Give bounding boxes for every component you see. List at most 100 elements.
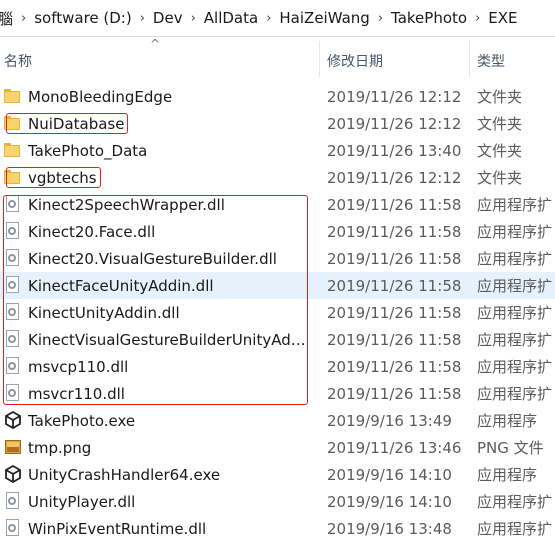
column-divider[interactable]	[319, 41, 320, 77]
file-row[interactable]: TakePhoto.exe 2019/9/16 13:49 应用程序	[0, 407, 555, 434]
file-row[interactable]: Kinect2SpeechWrapper.dll 2019/11/26 11:58…	[0, 191, 555, 218]
unity-icon	[4, 465, 22, 483]
file-row[interactable]: NuiDatabase 2019/11/26 12:12 文件夹	[0, 110, 555, 137]
file-type: 应用程序扩	[477, 520, 553, 538]
breadcrumb-item-exe[interactable]: EXE	[484, 9, 521, 27]
file-type: 文件夹	[477, 169, 523, 187]
column-divider[interactable]	[469, 41, 470, 77]
file-date: 2019/11/26 11:58	[327, 357, 462, 376]
file-type: 应用程序扩	[477, 304, 553, 322]
png-icon	[4, 438, 22, 456]
file-date: 2019/11/26 13:46	[327, 438, 462, 457]
folder-icon	[4, 141, 22, 159]
file-date: 2019/11/26 12:12	[327, 87, 462, 106]
dll-icon	[4, 303, 22, 321]
file-type: 文件夹	[477, 115, 523, 133]
file-date: 2019/11/26 13:40	[327, 141, 462, 160]
file-name: Kinect20.Face.dll	[28, 222, 156, 241]
file-name: msvcp110.dll	[28, 357, 129, 376]
dll-icon	[4, 492, 22, 510]
file-row[interactable]: Kinect20.Face.dll 2019/11/26 11:58 应用程序扩	[0, 218, 555, 245]
breadcrumb-chevron-icon[interactable]: ›	[17, 11, 30, 26]
file-date: 2019/11/26 11:58	[327, 195, 462, 214]
file-type: 应用程序扩	[477, 331, 553, 349]
file-row[interactable]: UnityPlayer.dll 2019/9/16 14:10 应用程序扩	[0, 488, 555, 515]
file-type: 应用程序扩	[477, 277, 553, 295]
dll-icon	[4, 330, 22, 348]
file-date: 2019/11/26 11:58	[327, 384, 462, 403]
file-row[interactable]: TakePhoto_Data 2019/11/26 13:40 文件夹	[0, 137, 555, 164]
file-date: 2019/9/16 14:10	[327, 492, 452, 511]
file-name: WinPixEventRuntime.dll	[28, 519, 207, 538]
file-type: 应用程序	[477, 412, 538, 430]
file-date: 2019/11/26 12:12	[327, 114, 462, 133]
breadcrumb-chevron-icon[interactable]: ›	[136, 11, 149, 26]
dll-icon	[4, 195, 22, 213]
breadcrumb-chevron-icon[interactable]: ›	[374, 11, 387, 26]
dll-icon	[4, 249, 22, 267]
file-date: 2019/11/26 11:58	[327, 276, 462, 295]
breadcrumb-item-haizeiwang[interactable]: HaiZeiWang	[275, 9, 373, 27]
file-type: 文件夹	[477, 88, 523, 106]
dll-icon	[4, 384, 22, 402]
file-name: KinectVisualGestureBuilderUnityAddi...	[28, 330, 310, 349]
file-type: 应用程序扩	[477, 250, 553, 268]
file-name: vgbtechs	[28, 168, 97, 187]
file-name: NuiDatabase	[28, 114, 125, 133]
file-type: 文件夹	[477, 142, 523, 160]
file-type: 应用程序扩	[477, 196, 553, 214]
folder-icon	[4, 114, 22, 132]
file-name: UnityPlayer.dll	[28, 492, 136, 511]
column-header-date[interactable]: 修改日期	[327, 51, 383, 71]
breadcrumb: 腦 › software (D:) › Dev › AllData › HaiZ…	[0, 0, 555, 37]
file-date: 2019/11/26 11:58	[327, 303, 462, 322]
breadcrumb-chevron-icon[interactable]: ›	[187, 11, 200, 26]
file-row[interactable]: tmp.png 2019/11/26 13:46 PNG 文件	[0, 434, 555, 461]
file-row[interactable]: Kinect20.VisualGestureBuilder.dll 2019/11…	[0, 245, 555, 272]
file-name: Kinect20.VisualGestureBuilder.dll	[28, 249, 277, 268]
file-date: 2019/11/26 11:58	[327, 249, 462, 268]
breadcrumb-item-alldata[interactable]: AllData	[200, 9, 262, 27]
breadcrumb-item-dev[interactable]: Dev	[149, 9, 187, 27]
breadcrumb-item-drive[interactable]: software (D:)	[30, 9, 136, 27]
file-row[interactable]: msvcr110.dll 2019/11/26 11:58 应用程序扩	[0, 380, 555, 407]
file-row[interactable]: UnityCrashHandler64.exe 2019/9/16 14:10 应用…	[0, 461, 555, 488]
file-type: 应用程序	[477, 466, 538, 484]
file-type: 应用程序扩	[477, 385, 553, 403]
file-name: KinectFaceUnityAddin.dll	[28, 276, 214, 295]
file-type: 应用程序扩	[477, 223, 553, 241]
file-name: msvcr110.dll	[28, 384, 125, 403]
file-name: TakePhoto_Data	[28, 141, 148, 160]
file-date: 2019/11/26 11:58	[327, 330, 462, 349]
file-type: 应用程序扩	[477, 358, 553, 376]
file-row[interactable]: KinectUnityAddin.dll 2019/11/26 11:58 应用程序…	[0, 299, 555, 326]
file-type: 应用程序扩	[477, 493, 553, 511]
file-row[interactable]: MonoBleedingEdge 2019/11/26 12:12 文件夹	[0, 83, 555, 110]
dll-icon	[4, 357, 22, 375]
file-row[interactable]: msvcp110.dll 2019/11/26 11:58 应用程序扩	[0, 353, 555, 380]
file-name: TakePhoto.exe	[28, 411, 136, 430]
file-name: MonoBleedingEdge	[28, 87, 173, 106]
folder-icon	[4, 168, 22, 186]
breadcrumb-item-computer[interactable]: 腦	[0, 8, 17, 29]
file-row[interactable]: KinectVisualGestureBuilderUnityAddi... 20…	[0, 326, 555, 353]
file-date: 2019/11/26 12:12	[327, 168, 462, 187]
column-header-name[interactable]: 名称	[4, 51, 32, 71]
breadcrumb-item-takephoto[interactable]: TakePhoto	[387, 9, 471, 27]
dll-icon	[4, 276, 22, 294]
dll-icon	[4, 519, 22, 537]
file-row[interactable]: vgbtechs 2019/11/26 12:12 文件夹	[0, 164, 555, 191]
folder-icon	[4, 87, 22, 105]
column-header-row: ^ 名称 修改日期 类型	[0, 37, 555, 77]
file-name: KinectUnityAddin.dll	[28, 303, 180, 322]
breadcrumb-chevron-icon[interactable]: ›	[262, 11, 275, 26]
column-header-type[interactable]: 类型	[477, 51, 505, 71]
file-row[interactable]: KinectFaceUnityAddin.dll 2019/11/26 11:58…	[0, 272, 555, 299]
dll-icon	[4, 222, 22, 240]
file-date: 2019/9/16 13:49	[327, 411, 452, 430]
breadcrumb-chevron-icon[interactable]: ›	[471, 11, 484, 26]
file-row[interactable]: WinPixEventRuntime.dll 2019/9/16 13:48 应用程…	[0, 515, 555, 542]
file-date: 2019/9/16 14:10	[327, 465, 452, 484]
file-name: UnityCrashHandler64.exe	[28, 465, 221, 484]
file-date: 2019/9/16 13:48	[327, 519, 452, 538]
